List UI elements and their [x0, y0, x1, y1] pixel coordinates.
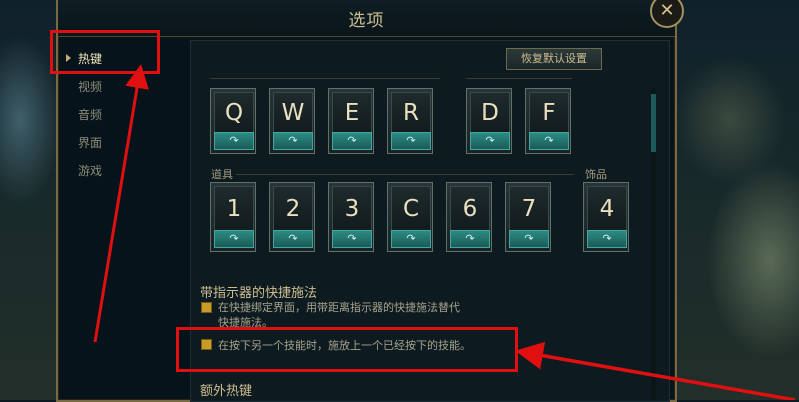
scrollbar[interactable]	[651, 88, 656, 400]
hotkey-trinket[interactable]: 4 ↷	[583, 182, 629, 252]
key-label: E	[332, 92, 372, 134]
section-title-extra: 额外热键	[200, 384, 253, 399]
sidebar: 热键 视频 音频 界面 游戏	[58, 38, 184, 400]
hotkey-item-1[interactable]: 1 ↷	[210, 182, 256, 252]
key-label: C	[391, 186, 431, 232]
key-label: 2	[273, 186, 313, 232]
quickcast-toggle-icon[interactable]: ↷	[509, 230, 549, 248]
sidebar-item-video[interactable]: 视频	[78, 76, 102, 98]
hotkey-q[interactable]: Q ↷	[210, 88, 256, 154]
sidebar-item-interface[interactable]: 界面	[78, 132, 102, 154]
key-label: 3	[332, 186, 372, 232]
group-divider	[210, 78, 440, 79]
group-divider	[466, 78, 572, 79]
quickcast-toggle-icon[interactable]: ↷	[529, 132, 569, 150]
key-label: D	[470, 92, 510, 134]
trinket-label: 饰品	[585, 168, 607, 181]
key-label: 1	[214, 186, 254, 232]
quickcast-toggle-icon[interactable]: ↷	[587, 230, 627, 248]
key-label: R	[391, 92, 431, 134]
quickcast-toggle-icon[interactable]: ↷	[273, 132, 313, 150]
hotkey-item-6[interactable]: 7 ↷	[505, 182, 551, 252]
items-label: 道具	[211, 168, 233, 181]
key-label: 7	[509, 186, 549, 232]
hotkey-r[interactable]: R ↷	[387, 88, 433, 154]
quickcast-toggle-icon[interactable]: ↷	[470, 132, 510, 150]
quickcast-toggle-icon[interactable]: ↷	[214, 230, 254, 248]
hotkey-item-5[interactable]: 6 ↷	[446, 182, 492, 252]
key-label: F	[529, 92, 569, 134]
annotation-box-option	[176, 327, 518, 372]
restore-defaults-button[interactable]: 恢复默认设置	[506, 48, 602, 70]
quickcast-toggle-icon[interactable]: ↷	[214, 132, 254, 150]
quickcast-toggle-icon[interactable]: ↷	[450, 230, 490, 248]
checkbox-quickcast-indicator[interactable]	[201, 302, 212, 313]
scroll-thumb[interactable]	[651, 94, 656, 152]
hotkey-f[interactable]: F ↷	[525, 88, 571, 154]
quickcast-toggle-icon[interactable]: ↷	[332, 132, 372, 150]
key-label: 4	[587, 186, 627, 232]
group-divider	[236, 174, 574, 175]
hotkey-item-2[interactable]: 2 ↷	[269, 182, 315, 252]
hotkey-e[interactable]: E ↷	[328, 88, 374, 154]
annotation-box-hotkeys	[50, 30, 160, 74]
option-text: 在快捷绑定界面，用带距离指示器的快捷施法替代	[218, 301, 460, 314]
key-label: 6	[450, 186, 490, 232]
quickcast-toggle-icon[interactable]: ↷	[391, 132, 431, 150]
hotkey-w[interactable]: W ↷	[269, 88, 315, 154]
hotkey-item-3[interactable]: 3 ↷	[328, 182, 374, 252]
key-label: Q	[214, 92, 254, 134]
hotkey-d[interactable]: D ↷	[466, 88, 512, 154]
key-label: W	[273, 92, 313, 134]
sidebar-item-audio[interactable]: 音频	[78, 104, 102, 126]
quickcast-toggle-icon[interactable]: ↷	[332, 230, 372, 248]
hotkey-item-4[interactable]: C ↷	[387, 182, 433, 252]
sidebar-item-game[interactable]: 游戏	[78, 160, 102, 182]
quickcast-toggle-icon[interactable]: ↷	[273, 230, 313, 248]
window-title: 选项	[348, 10, 385, 31]
quickcast-toggle-icon[interactable]: ↷	[391, 230, 431, 248]
